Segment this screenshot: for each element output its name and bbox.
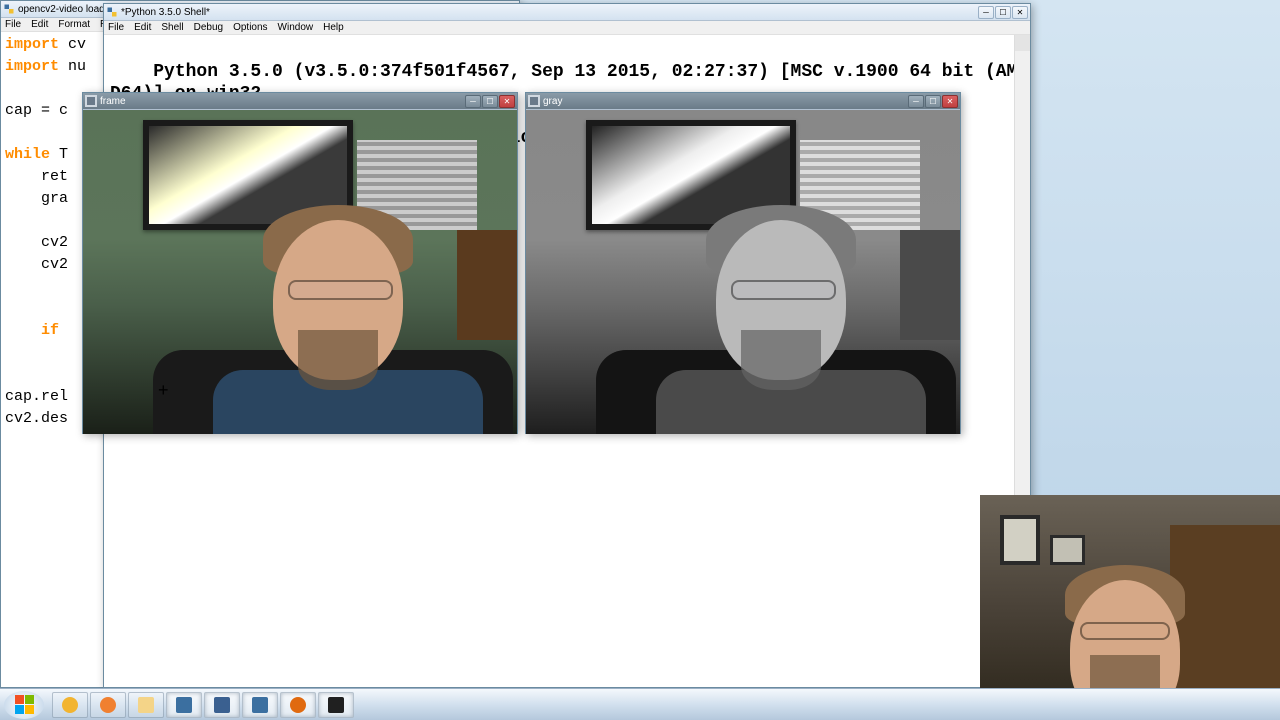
- cv-frame-titlebar[interactable]: frame ─ ☐ ✕: [83, 93, 517, 110]
- cv-frame-title: frame: [100, 96, 465, 107]
- minimize-button[interactable]: ─: [978, 6, 994, 19]
- shell-menubar: File Edit Shell Debug Options Window Help: [104, 21, 1030, 35]
- person-beard: [741, 330, 821, 390]
- menu-item-edit[interactable]: Edit: [31, 19, 48, 30]
- camera-person-glasses: [1080, 622, 1170, 640]
- wing-icon: [214, 697, 230, 713]
- scroll-up-icon[interactable]: [1015, 35, 1030, 51]
- wmp-icon: [100, 697, 116, 713]
- menu-item-file[interactable]: File: [5, 19, 21, 30]
- taskbar: [0, 688, 1280, 720]
- person-glasses: [731, 280, 836, 300]
- firefox-icon: [290, 697, 306, 713]
- camera-wall-frame: [1050, 535, 1085, 565]
- cv-gray-titlebar[interactable]: gray ─ ☐ ✕: [526, 93, 960, 110]
- menu-item-options[interactable]: Options: [233, 22, 267, 33]
- taskbar-item-firefox[interactable]: [280, 692, 316, 718]
- menu-item-edit[interactable]: Edit: [134, 22, 151, 33]
- menu-item-debug[interactable]: Debug: [194, 22, 223, 33]
- python-icon: [3, 3, 15, 15]
- maximize-button[interactable]: ☐: [925, 95, 941, 108]
- cv-gray-window: gray ─ ☐ ✕: [525, 92, 961, 434]
- taskbar-item-python[interactable]: [166, 692, 202, 718]
- windows-logo-icon: [14, 695, 34, 715]
- taskbar-item-cmd[interactable]: [318, 692, 354, 718]
- taskbar-item-chrome[interactable]: [52, 692, 88, 718]
- minimize-button[interactable]: ─: [908, 95, 924, 108]
- cmd-icon: [328, 697, 344, 713]
- bookshelf: [900, 230, 960, 340]
- taskbar-item-wmp[interactable]: [90, 692, 126, 718]
- menu-item-format[interactable]: Format: [58, 19, 90, 30]
- taskbar-item-idle[interactable]: [242, 692, 278, 718]
- camera-wall-frame: [1000, 515, 1040, 565]
- app-icon: [528, 95, 540, 107]
- menu-item-window[interactable]: Window: [278, 22, 314, 33]
- menu-item-shell[interactable]: Shell: [161, 22, 183, 33]
- cv-frame-image: +: [83, 110, 517, 434]
- minimize-button[interactable]: ─: [465, 95, 481, 108]
- cv-frame-window: frame ─ ☐ ✕ +: [82, 92, 518, 434]
- start-button[interactable]: [4, 691, 44, 719]
- maximize-button[interactable]: ☐: [482, 95, 498, 108]
- cv-gray-image: [526, 110, 960, 434]
- bookshelf: [457, 230, 517, 340]
- taskbar-item-wing[interactable]: [204, 692, 240, 718]
- python-icon: [176, 697, 192, 713]
- close-button[interactable]: ✕: [1012, 6, 1028, 19]
- person-glasses: [288, 280, 393, 300]
- app-icon: [85, 95, 97, 107]
- chrome-icon: [62, 697, 78, 713]
- shell-title: *Python 3.5.0 Shell*: [121, 7, 978, 18]
- python-icon: [106, 6, 118, 18]
- presenter-camera-overlay: [980, 495, 1280, 720]
- menu-item-file[interactable]: File: [108, 22, 124, 33]
- menu-item-help[interactable]: Help: [323, 22, 344, 33]
- camera-bookshelf: [1170, 525, 1280, 715]
- close-button[interactable]: ✕: [499, 95, 515, 108]
- idle-icon: [252, 697, 268, 713]
- cv-gray-title: gray: [543, 96, 908, 107]
- person-beard: [298, 330, 378, 390]
- shell-titlebar[interactable]: *Python 3.5.0 Shell* ─ ☐ ✕: [104, 4, 1030, 21]
- taskbar-item-explorer[interactable]: [128, 692, 164, 718]
- taskbar-items: [52, 692, 354, 718]
- explorer-icon: [138, 697, 154, 713]
- maximize-button[interactable]: ☐: [995, 6, 1011, 19]
- close-button[interactable]: ✕: [942, 95, 958, 108]
